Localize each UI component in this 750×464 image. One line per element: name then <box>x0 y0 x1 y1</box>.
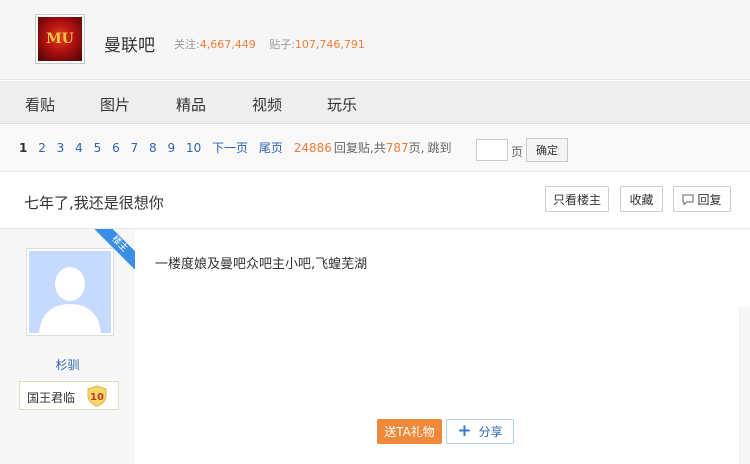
page-link[interactable]: 4 <box>75 141 83 155</box>
forum-stats: 关注:4,667,449 贴子:107,746,791 <box>174 36 375 52</box>
page-unit: 页, <box>408 141 425 155</box>
forum-nav: 看贴 图片 精品 视频 玩乐 <box>0 81 750 124</box>
thread-title-bar: 七年了,我还是很想你 只看楼主 收藏 回复 <box>0 172 750 229</box>
reply-button-label: 回复 <box>697 192 722 207</box>
forum-logo[interactable]: MU <box>35 14 85 64</box>
page-link[interactable]: 8 <box>149 141 157 155</box>
comment-icon <box>682 194 694 205</box>
reply-button[interactable]: 回复 <box>673 186 731 212</box>
follow-label: 关注: <box>174 38 200 51</box>
reply-label: 回复贴,共 <box>333 141 386 155</box>
post-text: 一楼度娘及曼吧众吧主小吧,飞蝗芜湖 <box>155 257 368 272</box>
nav-item-posts[interactable]: 看贴 <box>25 94 55 115</box>
next-page-link[interactable]: 下一页 <box>212 141 248 155</box>
jump-confirm-button[interactable]: 确定 <box>526 138 568 162</box>
page-link[interactable]: 9 <box>167 141 175 155</box>
nav-item-images[interactable]: 图片 <box>100 94 130 115</box>
member-badge[interactable]: 国王君临 10 <box>19 381 119 410</box>
page-link[interactable]: 2 <box>38 141 46 155</box>
op-ribbon: 楼主 <box>93 229 135 271</box>
share-button[interactable]: + 分享 <box>446 419 514 444</box>
op-ribbon-label: 楼主 <box>93 229 135 271</box>
share-button-label: 分享 <box>478 425 503 439</box>
favorite-button[interactable]: 收藏 <box>620 186 663 212</box>
total-pages: 787 <box>385 141 409 155</box>
page-link[interactable]: 10 <box>186 141 201 155</box>
page-link[interactable]: 5 <box>94 141 102 155</box>
nav-item-fun[interactable]: 玩乐 <box>327 94 357 115</box>
badge-level: 10 <box>90 392 104 403</box>
plus-icon: + <box>457 421 472 441</box>
nav-item-featured[interactable]: 精品 <box>176 94 206 115</box>
follow-count: 4,667,449 <box>199 38 256 51</box>
posts-label: 贴子: <box>269 38 295 51</box>
forum-name[interactable]: 曼联吧 <box>104 31 155 56</box>
nav-item-videos[interactable]: 视频 <box>252 94 282 115</box>
jump-unit: 页 <box>511 145 524 159</box>
last-page-link[interactable]: 尾页 <box>259 141 283 155</box>
post-content: 一楼度娘及曼吧众吧主小吧,飞蝗芜湖 送TA礼物 + 分享 <box>135 229 739 464</box>
only-op-button[interactable]: 只看楼主 <box>545 186 609 212</box>
page-link[interactable]: 3 <box>57 141 65 155</box>
manchester-united-crest-icon: MU <box>38 17 82 61</box>
page-link[interactable]: 6 <box>112 141 120 155</box>
author-username[interactable]: 杉驯 <box>0 356 135 373</box>
reply-count: 24886 <box>293 141 332 155</box>
forum-header: MU 曼联吧 关注:4,667,449 贴子:107,746,791 <box>0 0 750 80</box>
posts-count: 107,746,791 <box>294 38 365 51</box>
pagination-bar: 1 2 3 4 5 6 7 8 9 10 下一页 尾页 24886 回复贴,共78… <box>0 125 750 172</box>
jump-label: 跳到 <box>427 141 452 155</box>
badge-title: 国王君临 <box>27 391 76 405</box>
level-shield-icon: 10 <box>87 385 107 407</box>
thread-title: 七年了,我还是很想你 <box>24 194 164 212</box>
page-current: 1 <box>19 141 28 155</box>
jump-page-input[interactable] <box>476 139 508 161</box>
page-link[interactable]: 7 <box>131 141 139 155</box>
send-gift-button[interactable]: 送TA礼物 <box>377 419 442 444</box>
right-sidebar-edge <box>739 307 750 464</box>
